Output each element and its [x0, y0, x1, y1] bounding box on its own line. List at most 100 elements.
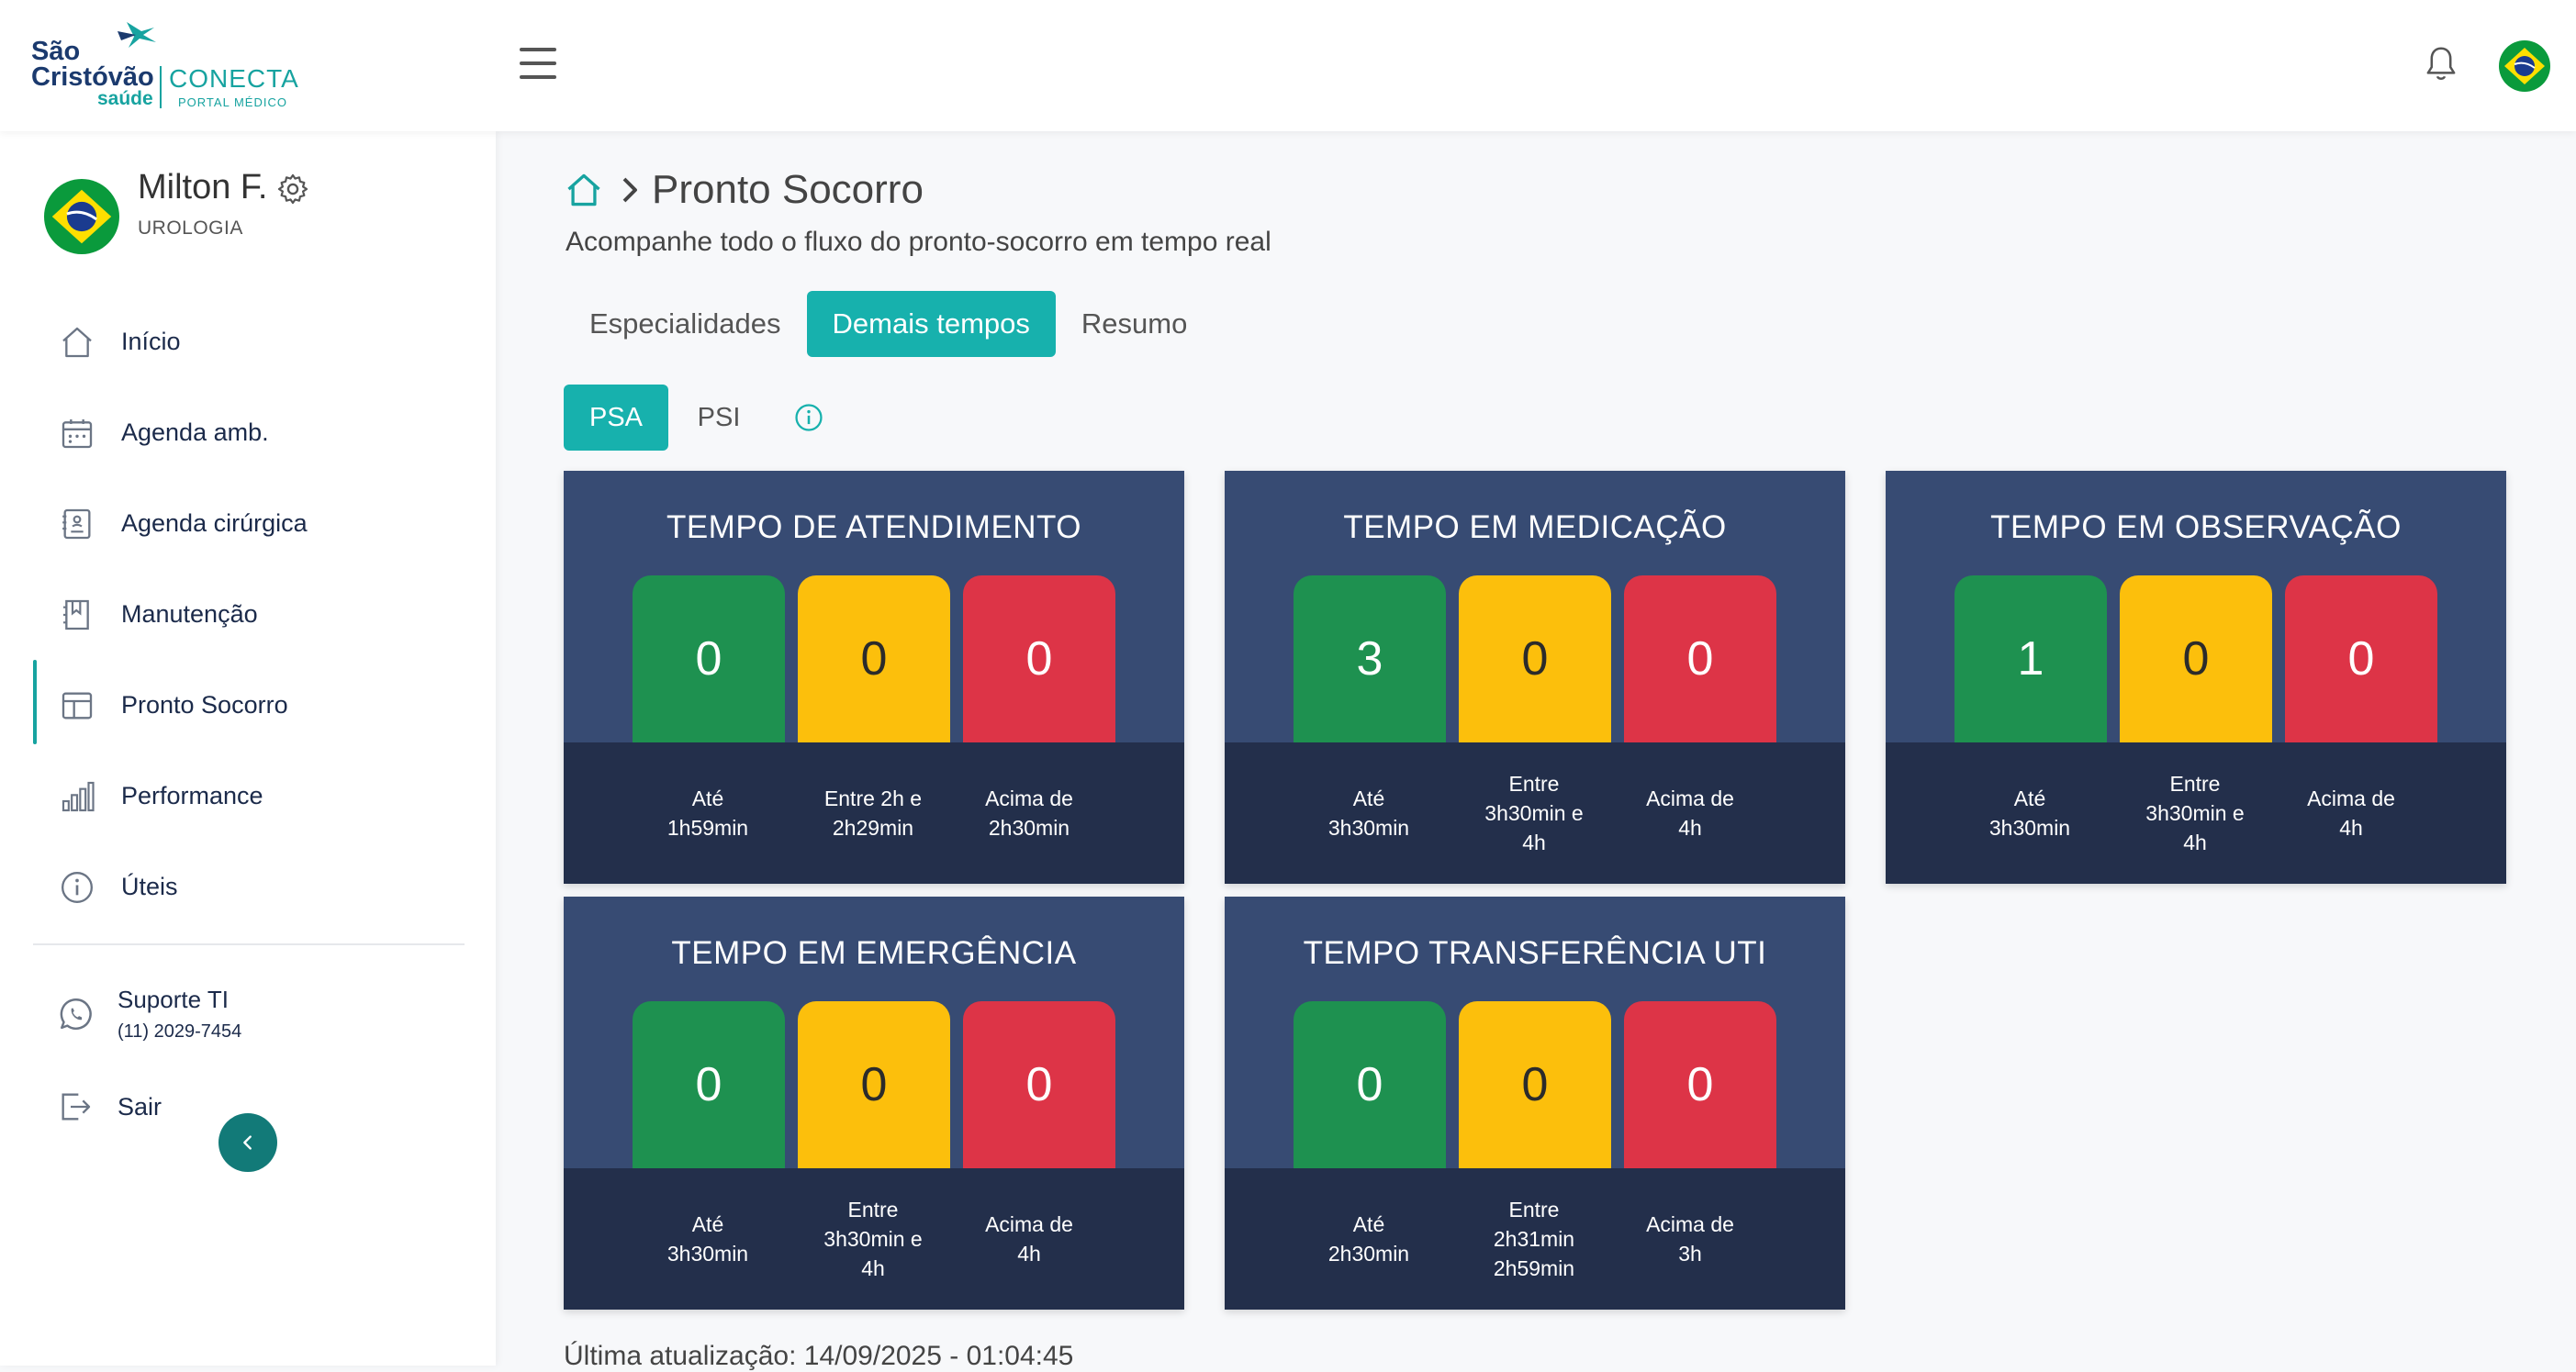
breadcrumb: Pronto Socorro — [564, 162, 924, 218]
sidebar-item-uteis[interactable]: Úteis — [33, 842, 465, 932]
count-red: 0 — [1624, 1001, 1776, 1168]
range-label: Acima de 3h — [1646, 1212, 1734, 1266]
sidebar-item-pronto-socorro[interactable]: Pronto Socorro — [33, 660, 465, 751]
sao-cristovao-conecta-logo[interactable]: São Cristóvão saúde CONECTA PORTAL MÉDICO — [31, 18, 307, 114]
range-label: Entre 2h e 2h29min — [823, 786, 923, 840]
info-icon — [62, 871, 93, 903]
sidebar-item-label: Pronto Socorro — [121, 691, 288, 719]
last-update-text: Última atualização: 14/09/2025 - 01:04:4… — [564, 1341, 1074, 1371]
logout-label: Sair — [118, 1092, 162, 1121]
tab-resumo[interactable]: Resumo — [1056, 291, 1213, 357]
count-red: 0 — [1624, 575, 1776, 742]
card-title: TEMPO EM MEDICAÇÃO — [1343, 509, 1727, 545]
tab-psi[interactable]: PSI — [668, 385, 769, 451]
page-subtitle: Acompanhe todo o fluxo do pronto-socorro… — [566, 227, 1271, 257]
range-label: Entre 3h30min e 4h — [823, 1198, 923, 1280]
tab-especialidades[interactable]: Especialidades — [564, 291, 807, 357]
count-green: 3 — [1294, 575, 1446, 742]
sidebar-nav: Início Agenda amb. Agenda cirúrgica Manu… — [33, 296, 465, 1149]
count-yellow: 0 — [1459, 575, 1611, 742]
range-label: Entre 2h31min 2h59min — [1493, 1198, 1575, 1280]
whatsapp-icon — [60, 998, 92, 1030]
logo-separator — [160, 66, 162, 108]
card-footer: Até 3h30min Entre 3h30min e 4h Acima de 4h — [1225, 742, 1845, 884]
metric-card-medicacao: TEMPO EM MEDICAÇÃO 3 0 0 Até 3h30min Entr… — [1225, 471, 1845, 884]
brazil-flag-avatar-icon[interactable] — [2499, 40, 2550, 92]
gear-icon[interactable] — [275, 172, 310, 206]
count-yellow: 0 — [1459, 1001, 1611, 1168]
card-footer: Até 3h30min Entre 3h30min e 4h Acima de 4h — [1886, 742, 2506, 884]
metric-card-atendimento: TEMPO DE ATENDIMENTO 0 0 0 Até 1h59min En… — [564, 471, 1184, 884]
profile-name: Milton F. — [138, 168, 268, 206]
sidebar-item-label: Performance — [121, 782, 263, 809]
count-green: 1 — [1954, 575, 2107, 742]
card-footer: Até 2h30min Entre 2h31min 2h59min Acima de 3… — [1225, 1168, 1845, 1310]
card-title: TEMPO DE ATENDIMENTO — [666, 509, 1082, 545]
range-label: Acima de 4h — [1646, 786, 1734, 840]
card-footer: Até 3h30min Entre 3h30min e 4h Acima de 4h — [564, 1168, 1184, 1310]
main-tabs: Especialidades Demais tempos Resumo — [564, 291, 1213, 357]
count-yellow: 0 — [798, 575, 950, 742]
support-phone: (11) 2029-7454 — [118, 1021, 242, 1042]
count-red: 0 — [2285, 575, 2437, 742]
sidebar-item-agenda-cirurgica[interactable]: Agenda cirúrgica — [33, 478, 465, 569]
metric-card-transferencia-uti: TEMPO TRANSFERÊNCIA UTI 0 0 0 Até 2h30min… — [1225, 897, 1845, 1310]
sidebar-item-performance[interactable]: Performance — [33, 751, 465, 842]
sidebar-item-label: Úteis — [121, 873, 178, 900]
count-red: 0 — [963, 575, 1115, 742]
range-label: Acima de 4h — [2307, 786, 2395, 840]
info-icon[interactable] — [793, 402, 824, 433]
profile-specialty: UROLOGIA — [138, 218, 243, 239]
logo-saude-text: saúde — [97, 88, 153, 109]
home-icon — [62, 327, 92, 357]
unit-tabs: PSA PSI — [564, 385, 824, 451]
calendar-icon — [62, 418, 93, 448]
layout-icon — [62, 692, 93, 719]
sidebar: Milton F. UROLOGIA Início Agenda amb. Ag… — [0, 131, 496, 1366]
count-green: 0 — [633, 575, 785, 742]
logo-portal-text: PORTAL MÉDICO — [178, 95, 287, 109]
sidebar-item-label: Início — [121, 328, 181, 355]
count-yellow: 0 — [2120, 575, 2272, 742]
home-icon[interactable] — [564, 170, 604, 210]
count-red: 0 — [963, 1001, 1115, 1168]
tab-psa[interactable]: PSA — [564, 385, 669, 451]
bar-chart-icon — [62, 781, 95, 811]
notification-bell-icon[interactable] — [2424, 44, 2458, 84]
range-label: Entre 3h30min e 4h — [1484, 772, 1584, 854]
range-label: Entre 3h30min e 4h — [2145, 772, 2245, 854]
card-title: TEMPO EM EMERGÊNCIA — [671, 935, 1077, 971]
top-bar: São Cristóvão saúde CONECTA PORTAL MÉDICO — [0, 0, 2576, 131]
range-label: Até 3h30min — [1988, 786, 2071, 840]
support-title: Suporte TI — [118, 986, 229, 1013]
page-title: Pronto Socorro — [652, 167, 924, 212]
sidebar-item-label: Agenda amb. — [121, 418, 269, 446]
sidebar-item-manutencao[interactable]: Manutenção — [33, 569, 465, 660]
chevron-left-icon — [243, 1135, 252, 1150]
range-label: Acima de 4h — [985, 1212, 1073, 1266]
sidebar-item-inicio[interactable]: Início — [33, 296, 465, 387]
count-green: 0 — [633, 1001, 785, 1168]
sidebar-divider — [33, 943, 465, 945]
range-label: Acima de 2h30min — [985, 786, 1073, 840]
sidebar-item-agenda-amb[interactable]: Agenda amb. — [33, 387, 465, 478]
count-yellow: 0 — [798, 1001, 950, 1168]
brazil-flag-avatar-icon — [44, 179, 119, 254]
logout-icon — [62, 1093, 91, 1121]
card-footer: Até 1h59min Entre 2h e 2h29min Acima de 2h3… — [564, 742, 1184, 884]
range-label: Até 2h30min — [1327, 1212, 1410, 1266]
metric-card-observacao: TEMPO EM OBSERVAÇÃO 1 0 0 Até 3h30min Ent… — [1886, 471, 2506, 884]
support-link[interactable]: Suporte TI (11) 2029-7454 — [33, 964, 465, 1065]
menu-toggle-button[interactable] — [520, 48, 556, 79]
logo-text: São Cristóvão — [31, 37, 154, 92]
collapse-sidebar-button[interactable] — [218, 1113, 277, 1172]
tab-demais-tempos[interactable]: Demais tempos — [806, 291, 1056, 357]
sidebar-item-label: Manutenção — [121, 600, 258, 628]
chevron-right-icon — [622, 177, 637, 203]
card-title: TEMPO TRANSFERÊNCIA UTI — [1303, 935, 1767, 971]
card-title: TEMPO EM OBSERVAÇÃO — [1990, 509, 2402, 545]
count-green: 0 — [1294, 1001, 1446, 1168]
book-icon — [63, 599, 89, 630]
range-label: Até 3h30min — [1327, 786, 1410, 840]
logo-conecta-text: CONECTA — [169, 64, 299, 93]
